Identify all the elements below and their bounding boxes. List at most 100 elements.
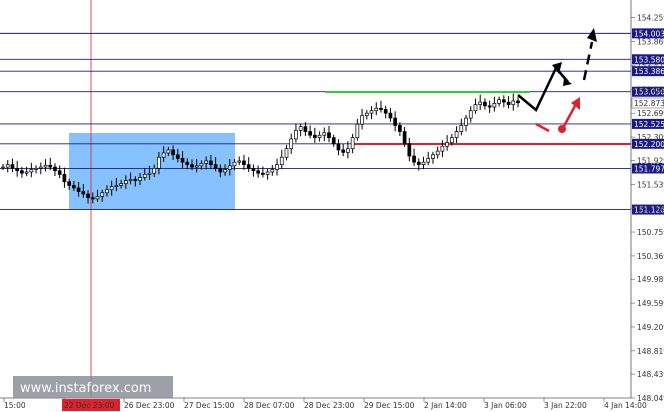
candle-body xyxy=(227,165,232,170)
candle-body xyxy=(114,185,119,188)
candle-body xyxy=(194,165,199,168)
candle-body xyxy=(322,132,327,136)
candle-body xyxy=(62,174,67,183)
current-price-label: 152.873 xyxy=(634,99,664,108)
candle-body xyxy=(265,171,270,175)
candle-body xyxy=(199,163,204,167)
level-label: 151.797 xyxy=(634,164,664,173)
candle-body xyxy=(487,105,492,108)
candle-body xyxy=(166,149,171,154)
candle-body xyxy=(421,161,426,165)
candle-body xyxy=(511,100,516,105)
candle-body xyxy=(294,129,298,140)
candle-body xyxy=(516,100,520,104)
candle-body xyxy=(275,164,279,170)
candle-body xyxy=(473,104,478,112)
candle-body xyxy=(38,166,43,169)
candle-body xyxy=(450,137,454,143)
x-tick-label: 26 Dec 23:00 xyxy=(124,401,175,410)
candle-body xyxy=(379,107,383,110)
y-tick-label: 148.819 xyxy=(637,347,664,356)
watermark-text: www.instaforex.com xyxy=(20,381,151,396)
candle-body xyxy=(360,115,364,125)
y-tick-label: 151.539 xyxy=(637,180,664,189)
x-tick-label: 2 Jan 14:00 xyxy=(424,401,467,410)
candle-body xyxy=(180,158,185,163)
candle-body xyxy=(279,156,284,165)
candle-body xyxy=(464,117,468,126)
y-tick-label: 148.439 xyxy=(637,370,664,379)
candle-body xyxy=(218,167,223,173)
candle-body xyxy=(412,155,416,163)
y-tick-label: 149.209 xyxy=(637,323,664,332)
candle-body xyxy=(76,187,81,192)
candle-body xyxy=(237,160,242,163)
y-tick-label: 152.699 xyxy=(637,109,664,118)
candle-body xyxy=(331,137,336,145)
y-tick-label: 151.149 xyxy=(637,204,664,213)
x-tick-label: 27 Dec 15:00 xyxy=(184,401,235,410)
y-tick-label: 150.759 xyxy=(637,228,664,237)
candle-body xyxy=(105,189,109,194)
candle-body xyxy=(308,131,312,136)
candle-body xyxy=(175,154,180,159)
candle-body xyxy=(364,112,369,116)
candle-body xyxy=(100,192,105,197)
candle-body xyxy=(95,196,100,200)
candle-body xyxy=(374,107,379,112)
candle-body xyxy=(1,166,5,169)
candle-body xyxy=(81,191,86,195)
candle-body xyxy=(346,148,350,153)
y-tick-label: 152.309 xyxy=(637,133,664,142)
candle-body xyxy=(431,154,435,159)
candle-body xyxy=(157,156,161,169)
alt-pivot-dot xyxy=(558,125,566,133)
candle-body xyxy=(478,101,483,105)
candle-body xyxy=(336,143,341,151)
highlighted-x-label: 22 Dec 23:00 xyxy=(64,401,115,410)
candle-body xyxy=(483,101,487,107)
candle-body xyxy=(355,123,360,139)
candle-body xyxy=(133,178,138,181)
candle-body xyxy=(416,161,421,165)
candle-body xyxy=(402,131,407,145)
candle-body xyxy=(312,134,317,139)
candle-body xyxy=(242,160,246,165)
x-tick-label: 3 Jan 06:00 xyxy=(484,401,527,410)
candle-body xyxy=(223,169,227,173)
candle-body xyxy=(501,99,506,103)
y-tick-label: 153.869 xyxy=(637,38,664,47)
candle-body xyxy=(20,170,24,174)
candle-body xyxy=(5,164,10,168)
candle-body xyxy=(435,150,440,156)
candle-body xyxy=(303,126,308,132)
y-tick-label: 150.369 xyxy=(637,252,664,261)
candle-body xyxy=(138,177,142,181)
candle-body xyxy=(142,174,147,178)
candle-body xyxy=(209,160,213,165)
candle-body xyxy=(261,172,265,175)
x-tick-label: 4 Jan 14:00 xyxy=(604,401,647,410)
candle-body xyxy=(317,134,322,139)
candle-body xyxy=(213,164,218,169)
candle-body xyxy=(341,149,346,153)
candle-body xyxy=(57,170,62,175)
level-label: 152.525 xyxy=(634,120,664,129)
y-tick-label: 151.929 xyxy=(637,156,664,165)
candle-body xyxy=(454,131,459,139)
candle-body xyxy=(185,161,190,165)
y-tick-label: 154.259 xyxy=(637,14,664,23)
x-tick-label: 3 Jan 22:00 xyxy=(544,401,587,410)
candle-body xyxy=(350,137,355,150)
candle-body xyxy=(284,148,289,158)
candle-body xyxy=(369,110,374,114)
candle-body xyxy=(246,164,251,169)
candle-body xyxy=(29,169,34,173)
candle-body xyxy=(53,166,57,172)
candle-body xyxy=(34,167,38,170)
candle-body xyxy=(109,186,114,191)
candle-body xyxy=(383,109,388,114)
candle-body xyxy=(398,125,402,132)
candle-body xyxy=(90,197,95,200)
y-tick-label: 153.479 xyxy=(637,61,664,70)
